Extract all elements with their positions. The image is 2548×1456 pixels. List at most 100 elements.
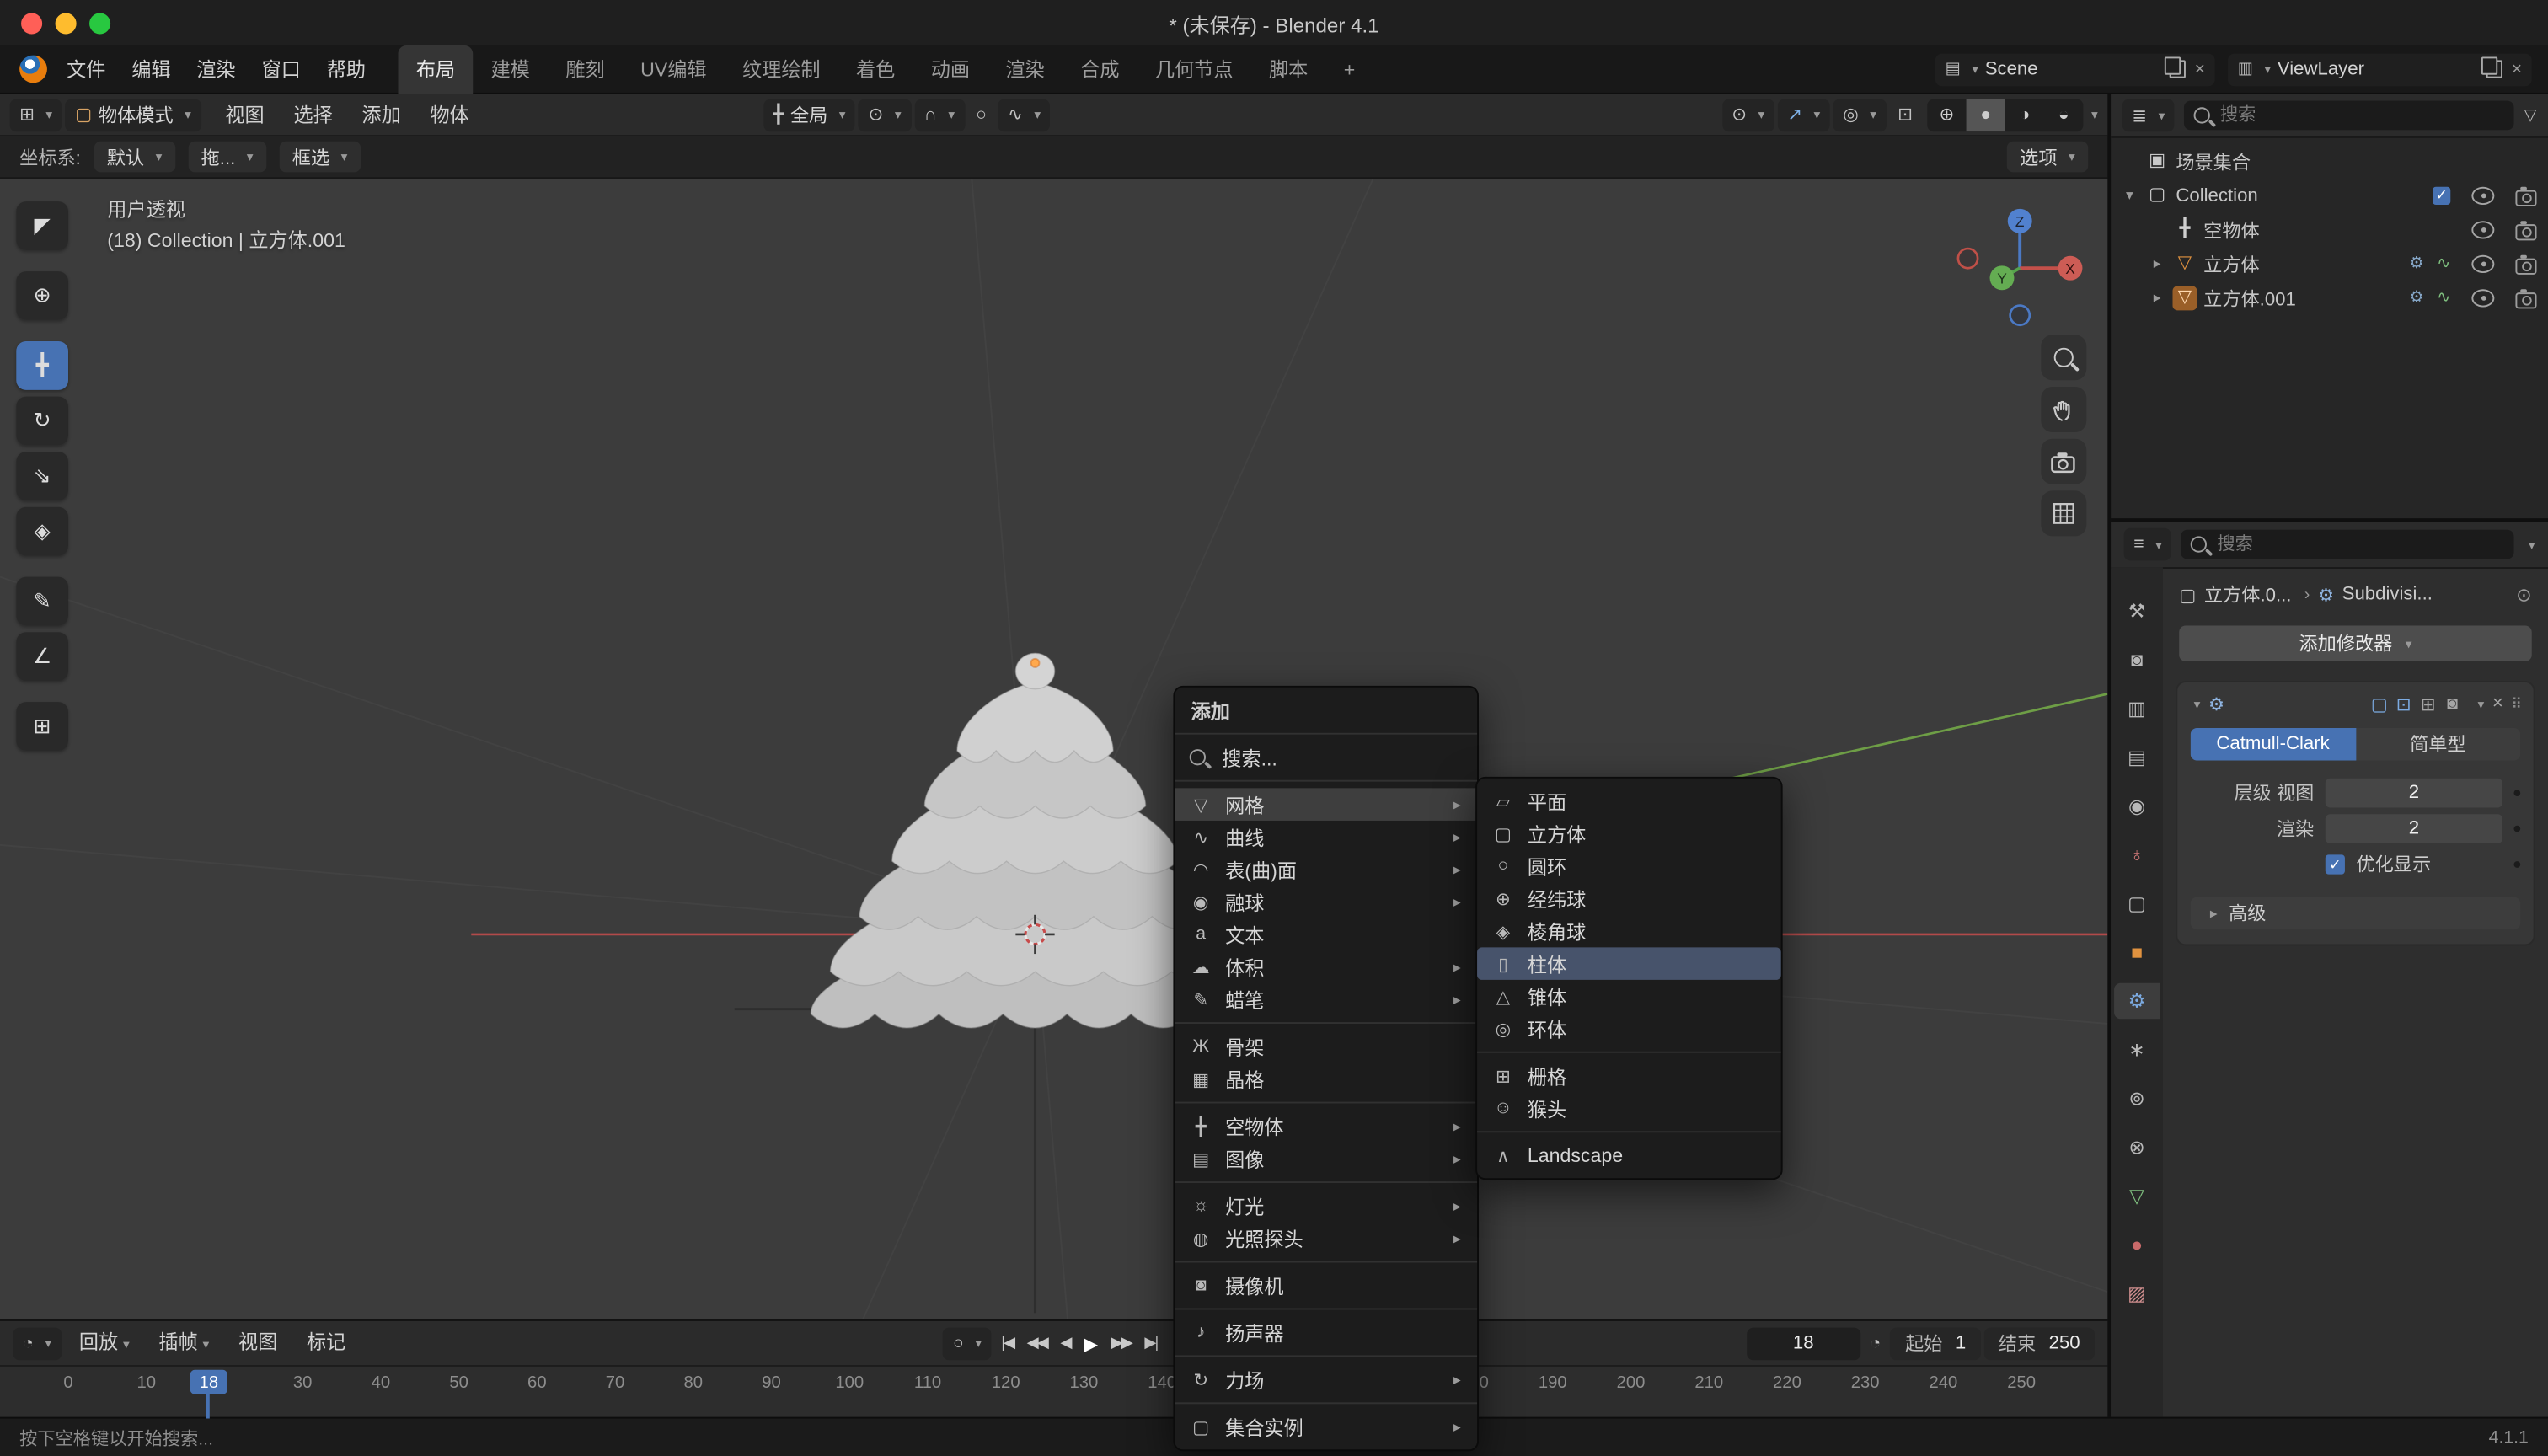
properties-tab-view-layer[interactable]: ▤: [2114, 739, 2160, 774]
outliner-row-scene-collection[interactable]: ▣场景集合: [2111, 145, 2548, 179]
ruler-frame-130[interactable]: 130: [1070, 1373, 1099, 1393]
breadcrumb-object[interactable]: 立方体.0...: [2204, 581, 2292, 608]
tool-cursor[interactable]: ⊕: [16, 271, 68, 320]
workspace-tab-layout[interactable]: 布局: [399, 45, 474, 94]
menu-edit[interactable]: 编辑: [119, 45, 184, 94]
properties-editor-button[interactable]: ≡ ▾: [2124, 528, 2172, 561]
mesh-menu-item-ico-sphere[interactable]: ◈棱角球: [1477, 915, 1781, 948]
extras-icon[interactable]: ▾: [2477, 696, 2484, 710]
add-menu-item-light[interactable]: ☼灯光▸: [1175, 1190, 1477, 1223]
catmull-clark-button[interactable]: Catmull-Clark: [2191, 728, 2356, 761]
workspace-tab-modeling[interactable]: 建模: [473, 45, 548, 94]
visibility-eye-icon[interactable]: [2471, 187, 2494, 205]
mesh-menu-item-grid[interactable]: ⊞栅格: [1477, 1059, 1781, 1092]
ruler-frame-70[interactable]: 70: [606, 1373, 625, 1393]
properties-tab-render[interactable]: ◙: [2114, 642, 2160, 677]
ruler-frame-200[interactable]: 200: [1617, 1373, 1646, 1393]
proportional-editing-toggle[interactable]: ○: [967, 99, 994, 131]
mesh-menu-item-monkey[interactable]: ☺猴头: [1477, 1092, 1781, 1125]
mesh-menu-item-circle[interactable]: ○圆环: [1477, 850, 1781, 883]
add-menu-item-image[interactable]: ▤图像▸: [1175, 1143, 1477, 1175]
outliner-search-input[interactable]: [2184, 101, 2514, 131]
animate-dot[interactable]: [2513, 790, 2520, 796]
ruler-frame-0[interactable]: 0: [63, 1373, 72, 1393]
properties-search-input[interactable]: [2181, 530, 2513, 559]
mesh-menu-item-cone[interactable]: △锥体: [1477, 980, 1781, 1013]
render-camera-icon[interactable]: [2515, 190, 2536, 206]
mesh-menu-item-cylinder[interactable]: ▯柱体: [1477, 947, 1781, 980]
scene-selector[interactable]: ▤ ▾ Scene ×: [1935, 53, 2215, 86]
levels-viewport-field[interactable]: 2: [2326, 779, 2502, 808]
tool-measure[interactable]: ∠: [16, 632, 68, 681]
add-menu-search[interactable]: 搜索...: [1175, 741, 1477, 774]
add-menu-item-metaball[interactable]: ◉融球▸: [1175, 886, 1477, 918]
mesh-menu-item-torus[interactable]: ◎环体: [1477, 1012, 1781, 1045]
properties-tab-physics[interactable]: ⊚: [2114, 1080, 2160, 1116]
workspace-tab-add-workspace[interactable]: +: [1326, 45, 1373, 94]
outliner-row-cube-001[interactable]: ▸▽立方体.001⚙∿: [2111, 281, 2548, 315]
animate-dot[interactable]: [2513, 861, 2520, 868]
mesh-menu-item-plane[interactable]: ▱平面: [1477, 784, 1781, 817]
shading-rendered[interactable]: ◒: [2044, 99, 2083, 131]
mesh-menu-item-cube[interactable]: ▢立方体: [1477, 817, 1781, 850]
playback-play-reverse[interactable]: ◀: [1054, 1327, 1078, 1360]
tool-rotate[interactable]: ↻: [16, 397, 68, 446]
tool-move[interactable]: ╋: [16, 341, 68, 390]
viewlayer-selector[interactable]: ▥ ▾ ViewLayer ×: [2228, 53, 2532, 86]
timeline-menu-playback[interactable]: 回放▾: [65, 1319, 145, 1368]
outliner-row-cube[interactable]: ▸▽立方体⚙∿: [2111, 247, 2548, 281]
zoom-button[interactable]: [2041, 335, 2086, 380]
axis-neg-x[interactable]: [1958, 249, 1978, 268]
drag-handle-icon[interactable]: ⠿: [2511, 694, 2522, 712]
workspace-tab-animation[interactable]: 动画: [913, 45, 988, 94]
viewport-menu-object[interactable]: 物体: [415, 94, 484, 136]
properties-tab-particles[interactable]: ∗: [2114, 1032, 2160, 1068]
menu-render[interactable]: 渲染: [184, 45, 249, 94]
ruler-frame-210[interactable]: 210: [1694, 1373, 1723, 1393]
ruler-frame-10[interactable]: 10: [136, 1373, 156, 1393]
orientation-field[interactable]: 默认 ▾: [94, 142, 174, 173]
unlink-scene-button[interactable]: ×: [2195, 59, 2205, 78]
optimal-display-checkbox[interactable]: ✓: [2326, 854, 2345, 874]
properties-tab-texture[interactable]: ▨: [2114, 1276, 2160, 1311]
playback-previous-keyframe[interactable]: ◀◀: [1020, 1327, 1054, 1360]
select-mode-field[interactable]: 框选 ▾: [279, 142, 360, 173]
add-menu-item-grease-pencil[interactable]: ✎蜡笔▸: [1175, 983, 1477, 1016]
playback-next-keyframe[interactable]: ▶▶: [1105, 1327, 1138, 1360]
ruler-frame-80[interactable]: 80: [684, 1373, 704, 1393]
outliner-row-collection[interactable]: ▾▢Collection✓: [2111, 179, 2548, 212]
ruler-frame-190[interactable]: 190: [1539, 1373, 1567, 1393]
shading-material-preview[interactable]: ◑: [2005, 99, 2044, 131]
playhead-badge[interactable]: 18: [190, 1370, 228, 1394]
auto-keying-button[interactable]: ○ ▾: [943, 1327, 991, 1360]
add-menu-item-empty[interactable]: ╋空物体▸: [1175, 1110, 1477, 1143]
frame-start-field[interactable]: 起始 1: [1891, 1327, 1981, 1360]
shading-solid[interactable]: ●: [1967, 99, 2005, 131]
viewport-menu-select[interactable]: 选择: [279, 94, 347, 136]
breadcrumb-modifier[interactable]: Subdivisi...: [2342, 585, 2433, 604]
object-visibility-dropdown[interactable]: ⊙ ▾: [1722, 99, 1774, 131]
mesh-menu-item-landscape[interactable]: ∧Landscape: [1477, 1139, 1781, 1172]
add-menu-item-armature[interactable]: Ж骨架: [1175, 1030, 1477, 1063]
add-menu-item-camera[interactable]: ◙摄像机: [1175, 1269, 1477, 1302]
add-menu-item-lattice[interactable]: ▦晶格: [1175, 1063, 1477, 1095]
mesh-menu-item-uv-sphere[interactable]: ⊕经纬球: [1477, 882, 1781, 915]
ruler-frame-50[interactable]: 50: [449, 1373, 468, 1393]
ruler-frame-220[interactable]: 220: [1773, 1373, 1801, 1393]
ruler-frame-230[interactable]: 230: [1851, 1373, 1880, 1393]
properties-tab-constraints[interactable]: ⊗: [2114, 1129, 2160, 1164]
advanced-subpanel[interactable]: ▸ 高级: [2191, 897, 2521, 930]
properties-tab-object[interactable]: ■: [2114, 934, 2160, 970]
modifier-toggle-render[interactable]: ⊞: [2416, 693, 2440, 715]
options-dropdown[interactable]: 选项 ▾: [2007, 142, 2088, 173]
ruler-frame-90[interactable]: 90: [762, 1373, 781, 1393]
simple-button[interactable]: 简单型: [2355, 728, 2520, 761]
timeline-ruler[interactable]: 0103040506070809010011012013014015016017…: [0, 1365, 2107, 1419]
render-camera-icon[interactable]: [2515, 258, 2536, 274]
tool-transform[interactable]: ◈: [16, 507, 68, 556]
tool-select-box[interactable]: ◤: [16, 201, 68, 250]
add-menu-item-speaker[interactable]: ♪扬声器: [1175, 1316, 1477, 1349]
timeline-menu-view[interactable]: 视图: [224, 1319, 292, 1368]
ruler-frame-120[interactable]: 120: [992, 1373, 1020, 1393]
snap-dropdown[interactable]: ∩ ▾: [914, 99, 965, 131]
